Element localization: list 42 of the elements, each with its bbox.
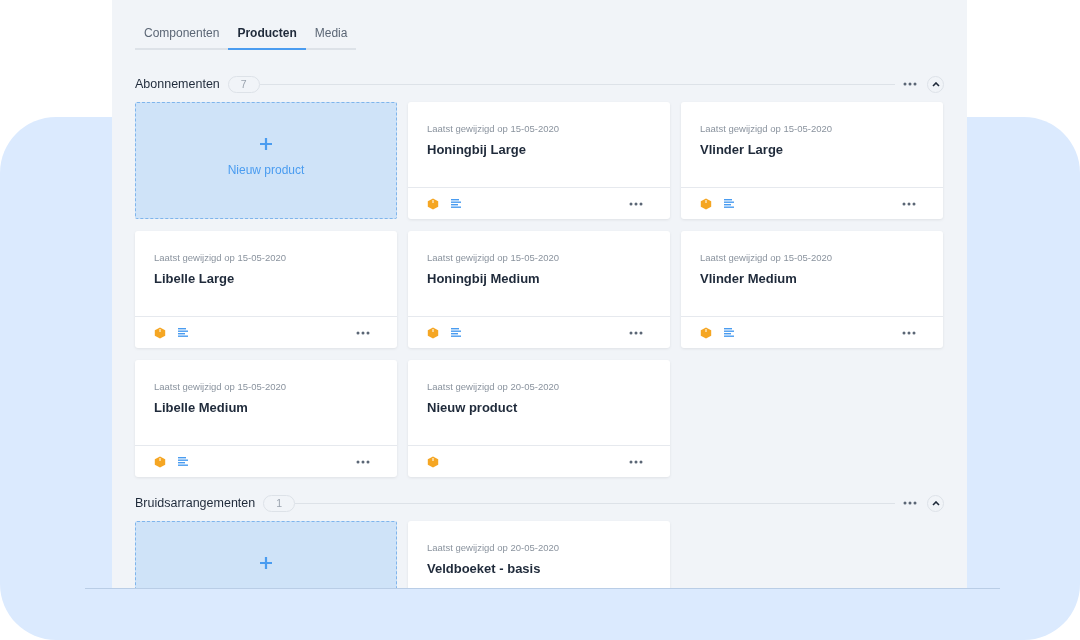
modified-date: Laatst gewijzigd op 20-05-2020 (427, 380, 560, 394)
product-card[interactable]: Laatst gewijzigd op 15-05-2020 Vlinder Medium (681, 231, 943, 348)
product-name: Vlinder Large (700, 141, 784, 160)
modified-date: Laatst gewijzigd op 15-05-2020 (154, 251, 287, 265)
more-icon[interactable] (902, 330, 916, 335)
section-title: Bruidsarrangementen (135, 494, 256, 512)
more-icon[interactable] (356, 459, 370, 464)
plus-icon (259, 556, 273, 570)
product-card[interactable]: Laatst gewijzigd op 15-05-2020 Vlinder Large (681, 102, 943, 219)
modified-date: Laatst gewijzigd op 15-05-2020 (427, 251, 560, 265)
section-title: Abonnementen (135, 75, 220, 93)
product-name: Nieuw product (427, 399, 518, 418)
product-card[interactable]: Laatst gewijzigd op 15-05-2020 Libelle Large (135, 231, 397, 348)
chevron-up-icon (931, 500, 940, 506)
more-icon[interactable] (903, 82, 917, 86)
more-icon[interactable] (629, 459, 643, 464)
product-name: Libelle Large (154, 270, 235, 289)
chevron-up-icon (931, 81, 940, 87)
product-name: Vlinder Medium (700, 270, 797, 289)
modified-date: Laatst gewijzigd op 15-05-2020 (427, 122, 560, 136)
product-name: Honingbij Large (427, 141, 526, 160)
modified-date: Laatst gewijzigd op 15-05-2020 (700, 251, 833, 265)
product-name: Honingbij Medium (427, 270, 540, 289)
tab[interactable]: Producten (228, 24, 306, 50)
tab[interactable]: Media (305, 24, 357, 50)
product-card[interactable]: Laatst gewijzigd op 15-05-2020 Libelle Medium (135, 360, 397, 477)
product-card[interactable]: Laatst gewijzigd op 20-05-2020 Veldboeket - basis (408, 521, 670, 588)
product-name: Veldboeket - basis (427, 560, 541, 579)
more-icon[interactable] (629, 201, 643, 206)
product-card[interactable]: Laatst gewijzigd op 15-05-2020 Honingbij Medium (408, 231, 670, 348)
modified-date: Laatst gewijzigd op 15-05-2020 (700, 122, 833, 136)
product-card[interactable]: Laatst gewijzigd op 20-05-2020 Nieuw product (408, 360, 670, 477)
more-icon[interactable] (629, 330, 643, 335)
more-icon[interactable] (356, 330, 370, 335)
modified-date: Laatst gewijzigd op 20-05-2020 (427, 541, 560, 555)
plus-icon (259, 137, 273, 151)
tab[interactable]: Componenten (135, 24, 229, 50)
more-icon[interactable] (903, 501, 917, 505)
product-name: Libelle Medium (154, 399, 248, 418)
modified-date: Laatst gewijzigd op 15-05-2020 (154, 380, 287, 394)
more-icon[interactable] (902, 201, 916, 206)
product-card[interactable]: Laatst gewijzigd op 15-05-2020 Honingbij Large (408, 102, 670, 219)
